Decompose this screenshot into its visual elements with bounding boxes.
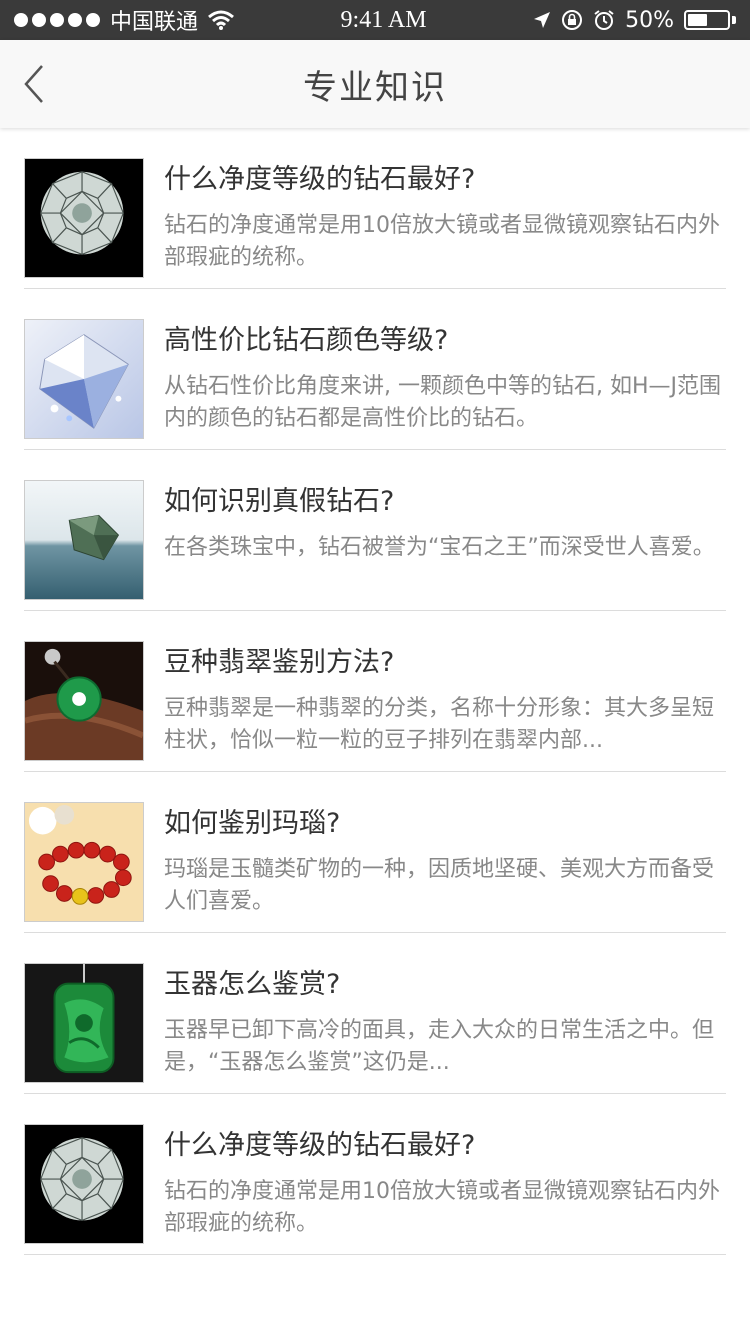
article-list: 什么净度等级的钻石最好? 钻石的净度通常是用10倍放大镜或者显微镜观察钻石内外部… (0, 128, 750, 1255)
article-title: 高性价比钻石颜色等级? (164, 325, 449, 356)
diamond-water-thumbnail (24, 480, 144, 600)
article-description: 从钻石性价比角度来讲, 一颗颜色中等的钻石, 如H—J范围内的颜色的钻石都是高性… (164, 374, 722, 431)
article-description: 钻石的净度通常是用10倍放大镜或者显微镜观察钻石内外部瑕疵的统称。 (164, 213, 720, 270)
back-button[interactable] (20, 64, 60, 104)
battery-percent: 50% (625, 7, 674, 33)
jade-pendant-thumbnail (24, 963, 144, 1083)
article-description: 在各类珠宝中，钻石被誉为“宝石之王”而深受世人喜爱。 (164, 535, 715, 560)
article-title: 如何鉴别玛瑙? (164, 808, 341, 839)
article-description: 玉器早已卸下高冷的面具，走入大众的日常生活之中。但是，“玉器怎么鉴赏”这仍是..… (164, 1018, 715, 1075)
page-title: 专业知识 (303, 67, 447, 108)
rotation-lock-icon (562, 10, 583, 30)
alarm-icon (594, 10, 614, 30)
article-title: 如何识别真假钻石? (164, 486, 395, 517)
jade-ring-thumbnail (24, 641, 144, 761)
article-item-6[interactable]: 玉器怎么鉴赏? 玉器早已卸下高冷的面具，走入大众的日常生活之中。但是，“玉器怎么… (24, 933, 726, 1094)
agate-bracelet-thumbnail (24, 802, 144, 922)
article-description: 豆种翡翠是一种翡翠的分类，名称十分形象：其大多呈短柱状，恰似一粒一粒的豆子排列在… (164, 696, 715, 753)
diamond-black-thumbnail (24, 158, 144, 278)
article-item-5[interactable]: 如何鉴别玛瑙? 玛瑙是玉髓类矿物的一种，因质地坚硬、美观大方而备受人们喜爱。 (24, 772, 726, 933)
article-title: 玉器怎么鉴赏? (164, 969, 341, 1000)
article-item-3[interactable]: 如何识别真假钻石? 在各类珠宝中，钻石被誉为“宝石之王”而深受世人喜爱。 (24, 450, 726, 611)
battery-icon (684, 10, 730, 30)
carrier-label: 中国联通 (110, 10, 199, 35)
status-bar: 中国联通 9:41 AM 50% (0, 0, 750, 40)
location-arrow-icon (534, 12, 551, 28)
article-title: 豆种翡翠鉴别方法? (164, 647, 395, 678)
navigation-bar: 专业知识 (0, 40, 750, 128)
diamond-blue-thumbnail (24, 319, 144, 439)
article-item-2[interactable]: 高性价比钻石颜色等级? 从钻石性价比角度来讲, 一颗颜色中等的钻石, 如H—J范… (24, 289, 726, 450)
article-item-1[interactable]: 什么净度等级的钻石最好? 钻石的净度通常是用10倍放大镜或者显微镜观察钻石内外部… (24, 128, 726, 289)
signal-strength-icon (14, 13, 100, 27)
article-description: 玛瑙是玉髓类矿物的一种，因质地坚硬、美观大方而备受人们喜爱。 (164, 857, 715, 914)
article-item-4[interactable]: 豆种翡翠鉴别方法? 豆种翡翠是一种翡翠的分类，名称十分形象：其大多呈短柱状，恰似… (24, 611, 726, 772)
article-item-7[interactable]: 什么净度等级的钻石最好? 钻石的净度通常是用10倍放大镜或者显微镜观察钻石内外部… (24, 1094, 726, 1255)
clock: 9:41 AM (340, 6, 427, 33)
diamond-black-thumbnail (24, 1124, 144, 1244)
wifi-icon (208, 10, 234, 30)
article-title: 什么净度等级的钻石最好? (164, 1130, 476, 1161)
article-title: 什么净度等级的钻石最好? (164, 164, 476, 195)
article-description: 钻石的净度通常是用10倍放大镜或者显微镜观察钻石内外部瑕疵的统称。 (164, 1179, 720, 1236)
chevron-left-icon (24, 65, 43, 103)
